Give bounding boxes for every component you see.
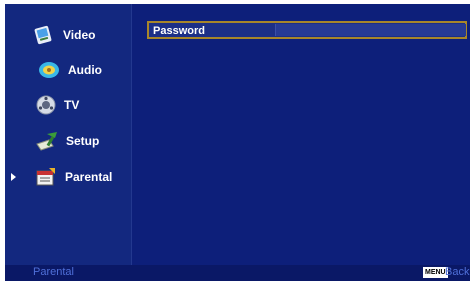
password-row[interactable]: Password: [147, 21, 467, 39]
footer-bar: Parental MENU Back: [5, 265, 470, 281]
footer-title: Parental: [33, 266, 74, 278]
password-label: Password: [153, 25, 205, 37]
selection-arrow-icon: [11, 173, 16, 181]
video-icon: [33, 24, 55, 46]
back-button[interactable]: Back: [445, 266, 469, 278]
sidebar-item-label: Video: [63, 28, 96, 42]
sidebar-item-label: Setup: [66, 134, 100, 148]
content-panel: Password: [132, 4, 470, 265]
sidebar-item-label: TV: [64, 98, 80, 112]
menu-key-badge: MENU: [423, 267, 448, 278]
sidebar-item-setup[interactable]: Setup: [5, 126, 131, 156]
audio-icon: [38, 59, 60, 81]
sidebar-item-label: Audio: [68, 63, 102, 77]
password-input[interactable]: [275, 24, 466, 36]
setup-icon: [35, 130, 57, 152]
sidebar-item-tv[interactable]: TV: [5, 90, 131, 120]
sidebar-item-label: Parental: [65, 170, 113, 184]
parental-icon: [35, 166, 57, 188]
tv-icon: [35, 94, 57, 116]
sidebar-item-video[interactable]: Video: [5, 20, 131, 50]
sidebar-item-parental[interactable]: Parental: [5, 162, 131, 192]
sidebar-menu: Video Audio TV Setup Parental: [5, 4, 132, 265]
sidebar-item-audio[interactable]: Audio: [5, 55, 131, 85]
tv-menu-screen: Video Audio TV Setup Parental Password P…: [5, 4, 470, 281]
